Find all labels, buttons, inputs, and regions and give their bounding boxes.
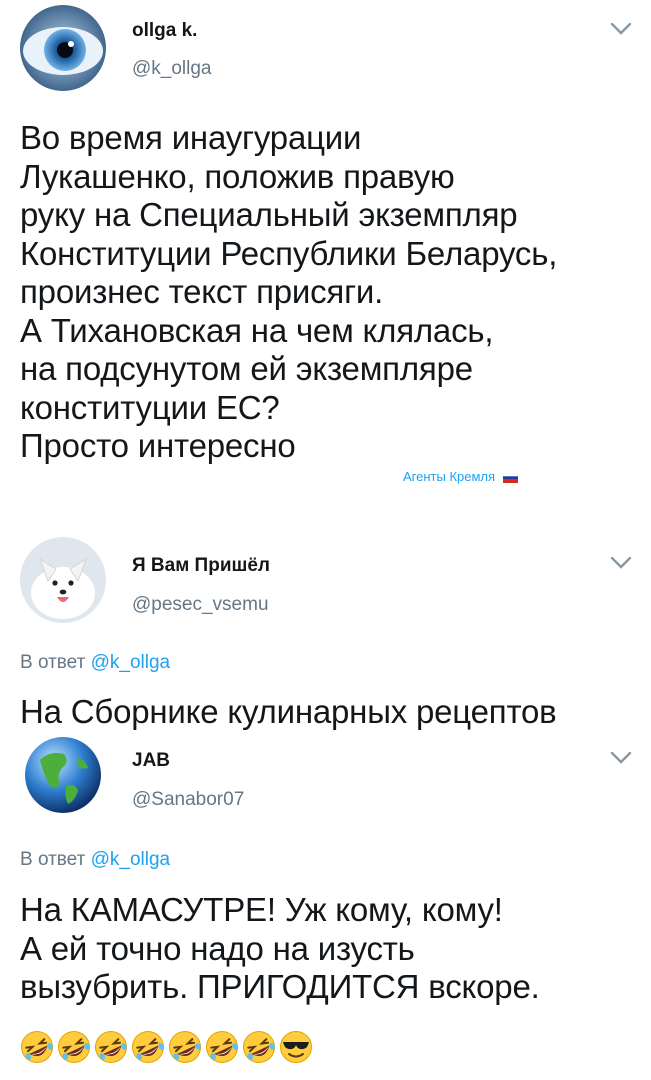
chevron-down-icon[interactable] <box>610 556 632 570</box>
reply-mention-link[interactable]: @k_ollga <box>91 849 171 870</box>
tweet-text: На КАМАСУТРЕ! Уж кому, кому! А ей точно … <box>20 891 540 1005</box>
avatar-globe[interactable] <box>20 732 106 818</box>
rolling-on-floor-laughing-icon <box>58 1031 90 1063</box>
reply-context: В ответ @k_ollga <box>20 652 170 674</box>
reply-prefix: В ответ <box>20 849 86 870</box>
avatar-eye[interactable] <box>20 5 106 91</box>
author-name[interactable]: ollga k. <box>132 20 197 42</box>
reply-prefix: В ответ <box>20 652 86 673</box>
watermark: Агенты Кремля <box>403 469 518 484</box>
author-handle[interactable]: @k_ollga <box>132 58 212 80</box>
author-name[interactable]: Я Вам Пришёл <box>132 555 270 577</box>
reply-context: В ответ @k_ollga <box>20 849 170 871</box>
rolling-on-floor-laughing-icon <box>95 1031 127 1063</box>
emoji-row <box>20 1030 313 1064</box>
chevron-down-icon[interactable] <box>610 751 632 765</box>
author-handle[interactable]: @Sanabor07 <box>132 789 244 811</box>
rolling-on-floor-laughing-icon <box>21 1031 53 1063</box>
avatar-arctic-fox[interactable] <box>20 537 106 623</box>
russian-flag-icon <box>502 472 518 483</box>
chevron-down-icon[interactable] <box>610 22 632 36</box>
rolling-on-floor-laughing-icon <box>206 1031 238 1063</box>
smiling-face-with-sunglasses-icon <box>280 1031 312 1063</box>
reply-mention-link[interactable]: @k_ollga <box>91 652 171 673</box>
author-handle[interactable]: @pesec_vsemu <box>132 594 269 616</box>
tweet-text: Во время инаугурации Лукашенко, положив … <box>20 119 558 464</box>
watermark-label: Агенты Кремля <box>403 469 496 484</box>
tweet-text: На Сборнике кулинарных рецептов <box>20 693 557 730</box>
rolling-on-floor-laughing-icon <box>169 1031 201 1063</box>
rolling-on-floor-laughing-icon <box>132 1031 164 1063</box>
author-name[interactable]: JAB <box>132 750 170 772</box>
rolling-on-floor-laughing-icon <box>243 1031 275 1063</box>
